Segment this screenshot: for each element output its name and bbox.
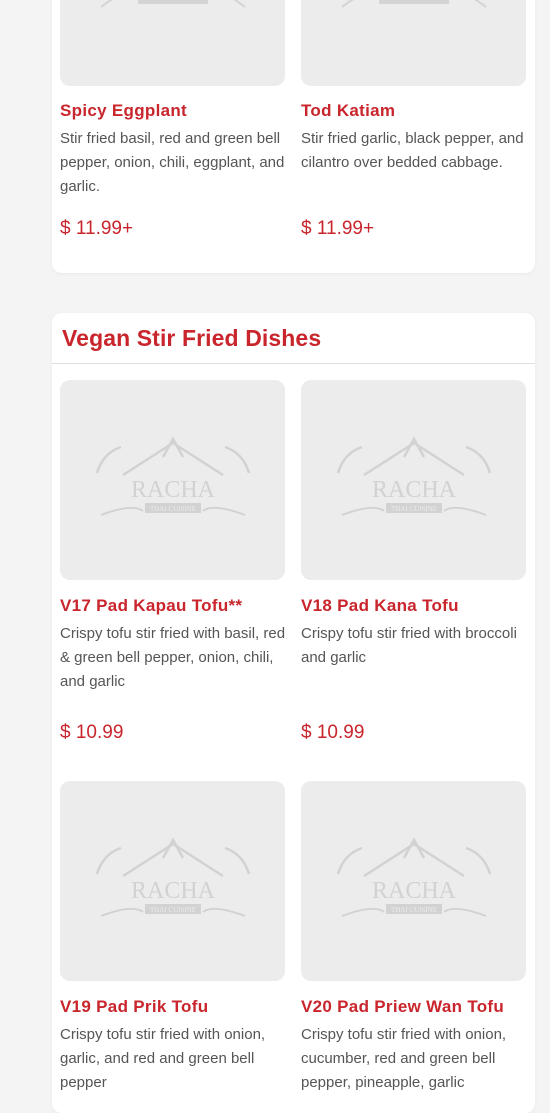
svg-text:THAI CUISINE: THAI CUISINE — [149, 505, 195, 513]
item-description: Stir fried garlic, black pepper, and cil… — [301, 130, 524, 171]
item-image-placeholder: RACHA THAI CUISINE — [301, 380, 526, 580]
menu-item-card[interactable]: RACHA THAI CUISINE V17 Pad Kapau Tofu** … — [60, 380, 286, 743]
menu-section-card: Spicy Eggplant Stir fried basil, red and… — [52, 0, 535, 273]
item-description: Crispy tofu stir fried with broccoli and… — [301, 625, 517, 666]
menu-item-card[interactable]: Tod Katiam Stir fried garlic, black pepp… — [301, 0, 527, 239]
item-price: $ 11.99+ — [60, 218, 134, 239]
svg-text:RACHA: RACHA — [130, 477, 215, 503]
item-image-placeholder: RACHA THAI CUISINE — [301, 781, 526, 981]
item-image-placeholder: RACHA THAI CUISINE — [60, 380, 285, 580]
section-title: Vegan Stir Fried Dishes — [62, 324, 322, 351]
racha-logo-icon — [99, 0, 246, 8]
svg-text:RACHA: RACHA — [371, 878, 456, 904]
svg-text:THAI CUISINE: THAI CUISINE — [390, 906, 436, 914]
item-name: V20 Pad Priew Wan Tofu — [301, 997, 505, 1016]
item-description: Crispy tofu stir fried with onion, garli… — [60, 1026, 266, 1091]
item-name: V19 Pad Prik Tofu — [60, 997, 209, 1016]
racha-logo-icon: RACHA THAI CUISINE — [336, 436, 491, 516]
menu-item-card[interactable]: RACHA THAI CUISINE V18 Pad Kana Tofu Cri… — [301, 380, 527, 743]
item-price: $ 11.99+ — [301, 218, 375, 239]
item-description: Crispy tofu stir fried with onion, cucum… — [301, 1026, 507, 1091]
svg-text:THAI CUISINE: THAI CUISINE — [149, 906, 195, 914]
item-description: Stir fried basil, red and green bell pep… — [60, 130, 285, 195]
item-name: Tod Katiam — [301, 101, 396, 120]
racha-logo-icon — [340, 0, 487, 8]
svg-text:RACHA: RACHA — [130, 878, 215, 904]
racha-logo-icon: RACHA THAI CUISINE — [95, 837, 250, 917]
item-name: V17 Pad Kapau Tofu** — [60, 596, 243, 615]
section-header: Vegan Stir Fried Dishes — [52, 313, 535, 364]
item-image-placeholder — [60, 0, 285, 86]
item-image-placeholder — [301, 0, 526, 86]
racha-logo-icon: RACHA THAI CUISINE — [336, 837, 491, 917]
item-description: Crispy tofu stir fried with basil, red &… — [60, 625, 286, 690]
menu-section-card: Vegan Stir Fried Dishes RACHA THAI CUISI… — [52, 313, 535, 1113]
item-price: $ 10.99 — [60, 722, 124, 743]
menu-item-card[interactable]: RACHA THAI CUISINE V19 Pad Prik Tofu Cri… — [60, 781, 286, 1095]
item-price: $ 10.99 — [301, 722, 365, 743]
menu-item-card[interactable]: Spicy Eggplant Stir fried basil, red and… — [60, 0, 286, 239]
svg-text:RACHA: RACHA — [371, 477, 456, 503]
menu-item-card[interactable]: RACHA THAI CUISINE V20 Pad Priew Wan Tof… — [301, 781, 527, 1095]
svg-text:THAI CUISINE: THAI CUISINE — [390, 505, 436, 513]
racha-logo-icon: RACHA THAI CUISINE — [95, 436, 250, 516]
item-name: Spicy Eggplant — [60, 101, 187, 120]
item-name: V18 Pad Kana Tofu — [301, 596, 459, 615]
item-image-placeholder: RACHA THAI CUISINE — [60, 781, 285, 981]
